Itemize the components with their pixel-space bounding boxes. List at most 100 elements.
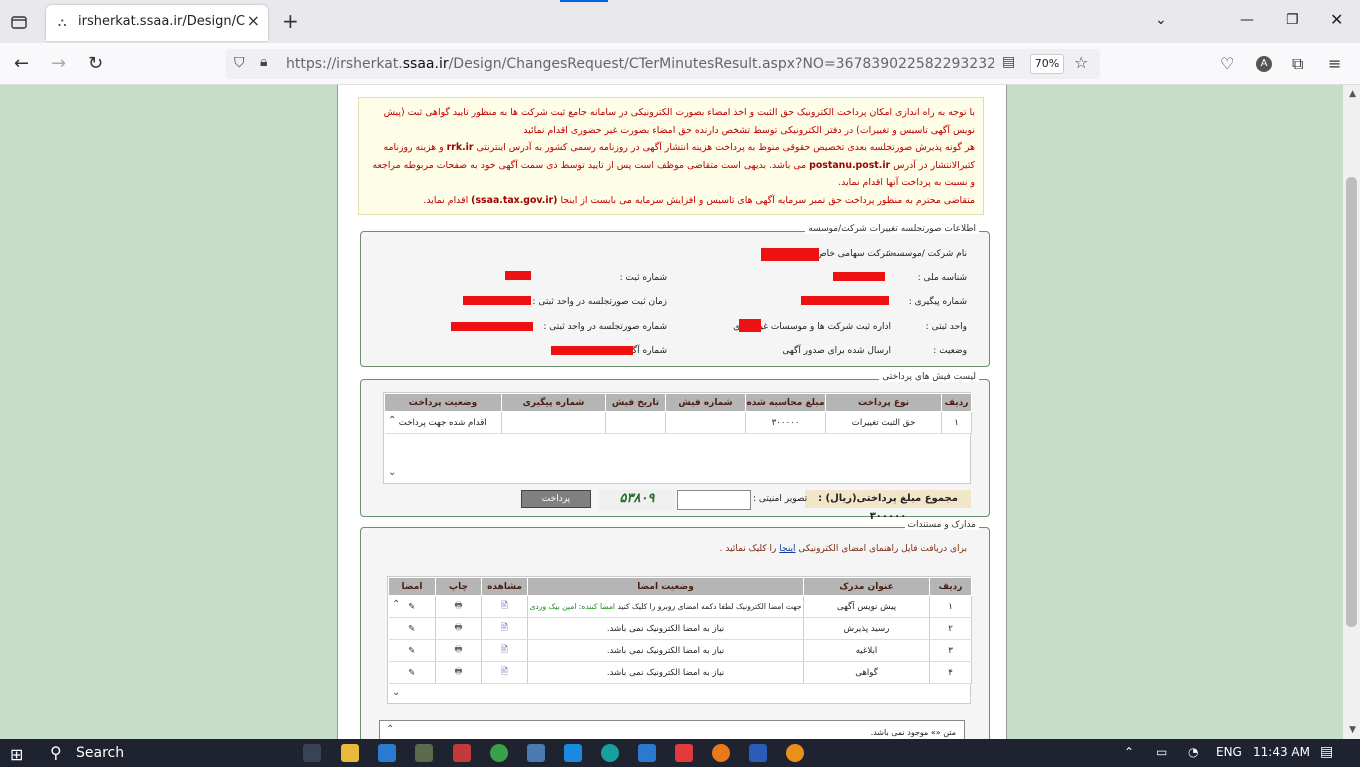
rrk-link[interactable]: rrk.ir (447, 142, 474, 153)
payments-fieldset: لیست فیش های پرداختی ردیف نوع پرداخت مبل… (360, 372, 990, 522)
payments-header-status[interactable]: وضعیت پرداخت (384, 393, 502, 412)
battery-icon[interactable]: ▭ (1156, 745, 1167, 759)
tax-link[interactable]: (ssaa.tax.gov.ir) (471, 195, 557, 206)
new-tab-icon[interactable]: + (282, 9, 299, 33)
word-icon[interactable] (749, 744, 767, 762)
taskbar-search-label[interactable]: Search (76, 745, 124, 761)
print-doc-icon[interactable]: 🖶 (435, 617, 482, 640)
browser-tab[interactable]: ⛬ irsherkat.ssaa.ir/Design/Change × (46, 5, 268, 41)
page-scroll-down-icon[interactable]: ▼ (1349, 725, 1356, 735)
table-row: ۳ ابلاغیه نیاز به امضا الکترونیک نمی باش… (388, 639, 972, 662)
payments-header-receipt-date[interactable]: تاریخ فیش (605, 393, 666, 412)
docs-header-row-no[interactable]: ردیف (929, 577, 972, 596)
payments-header-tracking[interactable]: شماره پیگیری (501, 393, 606, 412)
redacted-company-name (761, 248, 819, 261)
table-row: ۱ پیش نویس آگهی جهت امضا الکترونیک لطفا … (388, 595, 972, 618)
list-all-tabs-icon[interactable] (10, 13, 28, 31)
sign-doc-icon[interactable]: ✎ (388, 661, 436, 684)
pocket-icon[interactable]: ♡ (1220, 54, 1234, 73)
reload-icon[interactable]: ↻ (88, 53, 103, 74)
winrar-icon[interactable] (415, 744, 433, 762)
view-doc-icon[interactable]: 🖹 (481, 639, 528, 662)
app-icon[interactable] (527, 744, 545, 762)
docs-scroll-up-icon[interactable]: ⌃ (392, 599, 400, 610)
address-bar[interactable]: ⛉ 🔒︎ https://irsherkat.ssaa.ir/Design/Ch… (226, 49, 1100, 79)
docs-header-sign-status[interactable]: وضعیت امضا (527, 577, 804, 596)
edge-icon[interactable] (601, 744, 619, 762)
bookmark-star-icon[interactable]: ☆ (1074, 53, 1088, 72)
file-explorer-icon[interactable] (341, 744, 359, 762)
docs-header-sign[interactable]: امضا (388, 577, 436, 596)
tab-overflow-chevron-icon[interactable]: ⌄ (1155, 12, 1167, 28)
notifications-icon[interactable]: ▤ (1320, 744, 1333, 760)
payments-scroll-down-icon[interactable]: ⌄ (388, 467, 396, 478)
task-view-icon[interactable] (303, 744, 321, 762)
docs-scroll-down-icon[interactable]: ⌄ (392, 687, 400, 698)
app-icon[interactable] (453, 744, 471, 762)
postanu-link[interactable]: postanu.post.ir (809, 160, 890, 171)
payment-status: اقدام شده جهت پرداخت (384, 411, 502, 434)
close-tab-icon[interactable]: × (247, 11, 260, 30)
anydesk-icon[interactable] (675, 744, 693, 762)
payments-header-row-no[interactable]: ردیف (941, 393, 972, 412)
extensions-icon[interactable]: ⧉ (1292, 54, 1303, 74)
page-scroll-thumb[interactable] (1346, 177, 1357, 627)
redacted-minutes-time (463, 296, 531, 305)
taskbar-search-icon[interactable]: ⚲ (50, 743, 62, 762)
page-scroll-up-icon[interactable]: ▲ (1349, 89, 1356, 99)
payment-tracking (501, 411, 606, 434)
docs-header-print[interactable]: چاپ (435, 577, 482, 596)
chrome-icon[interactable] (490, 744, 508, 762)
payments-header-receipt-no[interactable]: شماره فیش (665, 393, 746, 412)
print-doc-icon[interactable]: 🖶 (435, 639, 482, 662)
show-hidden-icons-icon[interactable]: ⌃ (1124, 745, 1134, 759)
minimize-icon[interactable]: — (1240, 12, 1254, 28)
guide-link[interactable]: اینجا (779, 544, 795, 554)
documents-grid: ردیف عنوان مدرک وضعیت امضا مشاهده چاپ ام… (387, 576, 972, 704)
view-doc-icon[interactable]: 🖹 (481, 617, 528, 640)
app-icon[interactable] (786, 744, 804, 762)
document-text-box[interactable]: ⌃ متن «» موجود نمی باشد. (379, 720, 965, 739)
windows-start-icon[interactable]: ⊞ (10, 745, 23, 764)
print-doc-icon[interactable]: 🖶 (435, 595, 482, 618)
close-window-icon[interactable]: ✕ (1330, 10, 1343, 29)
forward-icon[interactable]: → (51, 53, 66, 74)
menu-icon[interactable]: ≡ (1328, 54, 1341, 73)
language-indicator[interactable]: ENG (1216, 745, 1242, 759)
back-icon[interactable]: ← (14, 53, 29, 74)
reader-view-icon[interactable]: ▤ (1002, 54, 1015, 70)
docs-header-view[interactable]: مشاهده (481, 577, 528, 596)
docs-header-title[interactable]: عنوان مدرک (803, 577, 930, 596)
registration-unit-label: واحد ثبتی : (925, 322, 967, 332)
view-doc-icon[interactable]: 🖹 (481, 595, 528, 618)
zoom-indicator[interactable]: 70% (1030, 54, 1064, 74)
navigation-bar: ← → ↻ ⛉ 🔒︎ https://irsherkat.ssaa.ir/Des… (0, 43, 1360, 85)
table-row: ۴ گواهی نیاز به امضا الکترونیک نمی باشد.… (388, 661, 972, 684)
textbox-scroll-up-icon[interactable]: ⌃ (386, 724, 394, 735)
payments-scroll-up-icon[interactable]: ⌃ (388, 415, 396, 426)
payment-receipt-date (605, 411, 666, 434)
tracking-protection-icon[interactable]: ⛉ (234, 55, 245, 71)
app-icon[interactable] (564, 744, 582, 762)
sign-doc-icon[interactable]: ✎ (388, 617, 436, 640)
print-doc-icon[interactable]: 🖶 (435, 661, 482, 684)
pay-button[interactable]: پرداخت (521, 490, 591, 508)
restore-icon[interactable]: ❐ (1286, 12, 1299, 28)
minutes-info-fieldset: اطلاعات صورتجلسه تغییرات شرکت/موسسه نام … (360, 224, 990, 367)
payments-header-amount[interactable]: مبلغ محاسبه شده (745, 393, 826, 412)
wifi-icon[interactable]: ◔ (1188, 745, 1198, 759)
view-doc-icon[interactable]: 🖹 (481, 661, 528, 684)
lock-icon[interactable]: 🔒︎ (260, 54, 267, 70)
redacted-registration-unit (739, 319, 761, 332)
notice-line-3a: متقاضی محترم به منظور پرداخت حق تمبر سرم… (560, 194, 975, 206)
internet-explorer-icon[interactable] (378, 744, 396, 762)
account-avatar-icon[interactable]: A (1256, 56, 1272, 72)
payments-header-type[interactable]: نوع پرداخت (825, 393, 942, 412)
firefox-icon[interactable] (712, 744, 730, 762)
captcha-input[interactable] (677, 490, 751, 510)
sign-doc-icon[interactable]: ✎ (388, 639, 436, 662)
clock[interactable]: 11:43 AM (1253, 745, 1310, 759)
url-text[interactable]: https://irsherkat.ssaa.ir/Design/Changes… (286, 56, 994, 72)
page-scrollbar[interactable]: ▲ ▼ (1343, 85, 1360, 739)
app-icon[interactable] (638, 744, 656, 762)
